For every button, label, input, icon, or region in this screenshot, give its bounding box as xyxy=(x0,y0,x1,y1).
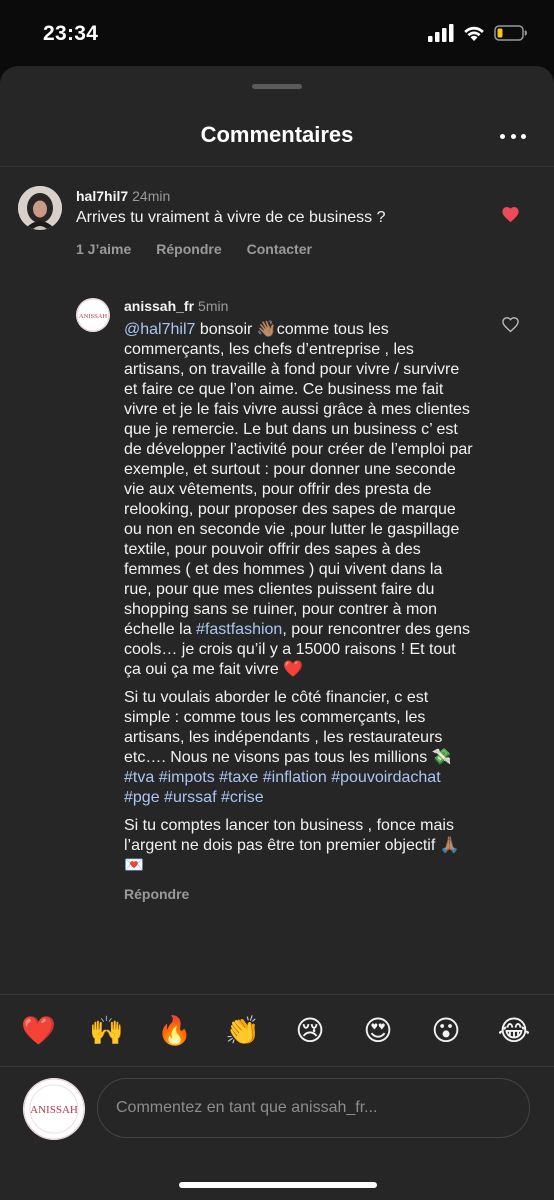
reply-button[interactable]: Répondre xyxy=(156,241,221,257)
reply-text-part: bonsoir 👋🏽comme tous les commerçants, le… xyxy=(124,321,473,638)
status-time: 23:34 xyxy=(43,22,99,45)
reply-username[interactable]: anissah_fr xyxy=(124,298,194,314)
status-icons xyxy=(428,24,528,42)
composer-divider xyxy=(0,1066,554,1067)
reply-text-part: Si tu voulais aborder le côté financier,… xyxy=(124,689,452,766)
composer-avatar: ANISSAH xyxy=(23,1078,85,1140)
status-bar: 23:34 xyxy=(0,0,554,68)
comment-actions: 1 J’aime Répondre Contacter xyxy=(76,241,312,257)
reply-meta: anissah_fr 5min xyxy=(124,298,228,316)
emoji-heart-button[interactable]: ❤️ xyxy=(21,1014,56,1048)
sheet-title: Commentaires xyxy=(200,122,354,147)
dot-icon xyxy=(521,133,526,139)
emoji-reactions-bar: ❤️ 🙌 🔥 👏 😢 😍 😮 😂 xyxy=(0,994,554,1070)
emoji-surprised-button[interactable]: 😮 xyxy=(429,1014,463,1048)
likes-count-link[interactable]: 1 J’aime xyxy=(76,241,131,257)
sheet-grabber[interactable] xyxy=(252,84,302,89)
emoji-fire-button[interactable]: 🔥 xyxy=(157,1014,192,1048)
comments-sheet: Commentaires hal7hil7 24min Arrives tu vr… xyxy=(0,66,554,1200)
contact-button[interactable]: Contacter xyxy=(247,241,312,257)
svg-text:ANISSAH: ANISSAH xyxy=(30,1104,78,1116)
more-options-button[interactable] xyxy=(500,126,526,146)
mention-link[interactable]: @hal7hil7 xyxy=(124,321,195,338)
anissah-logo-icon: ANISSAH xyxy=(76,298,110,332)
hashtag-link[interactable]: #fastfashion xyxy=(196,621,282,638)
reply-paragraph: @hal7hil7 bonsoir 👋🏽comme tous les comme… xyxy=(124,320,474,680)
hashtag-links[interactable]: #tva #impots #taxe #inflation #pouvoirda… xyxy=(124,769,441,806)
battery-icon xyxy=(494,25,527,41)
cellular-signal-icon xyxy=(428,24,454,42)
emoji-heart-eyes-button[interactable]: 😍 xyxy=(361,1014,395,1048)
dot-icon xyxy=(510,133,516,139)
commenter-avatar[interactable] xyxy=(18,186,62,230)
comment-text: Arrives tu vraiment à vivre de ce busine… xyxy=(76,209,386,226)
reply-text: @hal7hil7 bonsoir 👋🏽comme tous les comme… xyxy=(124,320,474,904)
comment-time: 24min xyxy=(132,188,171,204)
dot-icon xyxy=(500,133,505,139)
reply-paragraph: Si tu comptes lancer ton business , fonc… xyxy=(124,817,460,874)
reply-avatar[interactable]: ANISSAH xyxy=(76,298,110,332)
heart-outline-icon[interactable] xyxy=(501,316,520,333)
anissah-logo-icon: ANISSAH xyxy=(23,1078,85,1140)
header-divider xyxy=(0,166,554,167)
emoji-laughing-button[interactable]: 😂 xyxy=(497,1014,531,1048)
wifi-icon xyxy=(464,26,484,41)
emoji-crying-button[interactable]: 😢 xyxy=(293,1014,327,1048)
home-indicator xyxy=(179,1182,377,1188)
reply-paragraph: Si tu voulais aborder le côté financier,… xyxy=(124,688,474,808)
emoji-raising-hands-button[interactable]: 🙌 xyxy=(89,1014,124,1048)
svg-text:ANISSAH: ANISSAH xyxy=(79,313,107,320)
comment-input[interactable]: Commentez en tant que anissah_fr... xyxy=(97,1078,530,1138)
comment-username[interactable]: hal7hil7 xyxy=(76,188,128,204)
heart-filled-icon[interactable] xyxy=(501,206,520,223)
comment-meta: hal7hil7 24min xyxy=(76,188,170,206)
reply-reply-button[interactable]: Répondre xyxy=(124,884,474,904)
emoji-clapping-button[interactable]: 👏 xyxy=(225,1014,260,1048)
avatar-photo-icon xyxy=(18,186,62,230)
reply-time: 5min xyxy=(198,298,229,314)
